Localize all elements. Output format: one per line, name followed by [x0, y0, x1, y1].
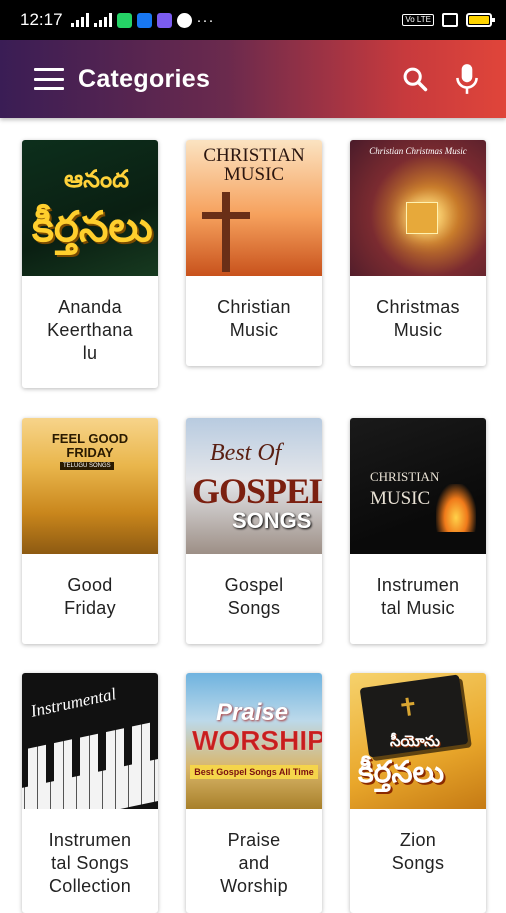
- battery-icon: [466, 13, 495, 27]
- category-card-ananda-keerthanalu[interactable]: ఆనంద కీర్తనలు Ananda Keerthana lu: [22, 140, 158, 388]
- category-thumbnail: Best Of GOSPEL SONGS: [186, 418, 322, 554]
- category-label: Christmas Music: [376, 297, 460, 340]
- page-title: Categories: [78, 64, 211, 93]
- category-thumbnail: CHRISTIAN MUSIC: [350, 418, 486, 554]
- thumbnail-text: GOSPEL: [192, 471, 322, 511]
- category-label: Ananda Keerthana lu: [47, 297, 133, 363]
- category-label: Instrumen tal Music: [376, 575, 460, 618]
- category-thumbnail: CHRISTIAN MUSIC: [186, 140, 322, 276]
- thumbnail-text: SONGS: [232, 508, 312, 533]
- vibrate-icon: [442, 13, 458, 27]
- category-card-christmas-music[interactable]: Christian Christmas Music Christmas Musi…: [350, 140, 486, 366]
- overflow-notifications: ···: [196, 11, 215, 29]
- category-card-good-friday[interactable]: FEEL GOOD FRIDAY TELUGU SONGS Good Friday: [22, 418, 158, 644]
- category-card-praise-and-worship[interactable]: Praise WORSHIP Best Gospel Songs All Tim…: [186, 673, 322, 913]
- thumbnail-title: FEEL GOOD FRIDAY: [51, 431, 129, 460]
- app-notification-icon: [176, 12, 192, 28]
- category-card-gospel-songs[interactable]: Best Of GOSPEL SONGS Gospel Songs: [186, 418, 322, 644]
- facebook-icon: [136, 12, 152, 28]
- thumbnail-text: కీర్తనలు: [358, 755, 445, 790]
- clock: 12:17: [20, 10, 63, 29]
- thumbnail-text: సీయోను: [390, 733, 440, 750]
- category-label: Instrumen tal Songs Collection: [48, 830, 132, 896]
- status-bar: 12:17 ··· Vo LTE: [0, 0, 506, 40]
- thumbnail-text: కీర్తనలు: [32, 202, 153, 251]
- app-bar-actions: [400, 62, 482, 96]
- thumbnail-tag: TELUGU SONGS: [60, 462, 114, 470]
- category-card-christian-music[interactable]: CHRISTIAN MUSIC Christian Music: [186, 140, 322, 366]
- category-card-instrumental-songs-collection[interactable]: Instrumental Instrumen tal Songs Collect…: [22, 673, 158, 913]
- whatsapp-icon: [116, 12, 132, 28]
- signal-icon: [70, 13, 89, 27]
- status-icons-right: Vo LTE: [402, 13, 495, 27]
- category-card-zion-songs[interactable]: సీయోను కీర్తనలు Zion Songs: [350, 673, 486, 913]
- category-thumbnail: FEEL GOOD FRIDAY TELUGU SONGS: [22, 418, 158, 554]
- cross-bar: [202, 212, 250, 219]
- thumbnail-text: Best Gospel Songs All Time: [190, 765, 318, 779]
- thumbnail-text: CHRISTIAN: [370, 469, 440, 484]
- category-thumbnail: Instrumental: [22, 673, 158, 809]
- gift-icon: [406, 202, 438, 234]
- search-icon[interactable]: [400, 62, 430, 96]
- menu-icon[interactable]: [34, 68, 64, 90]
- category-card-instrumental-music[interactable]: CHRISTIAN MUSIC Instrumen tal Music: [350, 418, 486, 644]
- category-thumbnail: సీయోను కీర్తనలు: [350, 673, 486, 809]
- messenger-icon: [156, 12, 172, 28]
- category-thumbnail: Praise WORSHIP Best Gospel Songs All Tim…: [186, 673, 322, 809]
- category-thumbnail: ఆనంద కీర్తనలు: [22, 140, 158, 276]
- thumbnail-text: WORSHIP: [192, 725, 322, 757]
- cross-icon: [222, 192, 230, 272]
- category-label: Zion Songs: [391, 830, 445, 873]
- fire-icon: [436, 484, 476, 532]
- thumbnail-text: ఆనంద: [64, 164, 130, 193]
- thumbnail-text: Praise: [216, 699, 289, 726]
- mic-icon[interactable]: [452, 62, 482, 96]
- category-label: Good Friday: [64, 575, 116, 618]
- category-thumbnail: Christian Christmas Music: [350, 140, 486, 276]
- volte-badge: Vo LTE: [402, 14, 434, 26]
- category-label: Gospel Songs: [224, 575, 284, 618]
- app-bar: Categories: [0, 40, 506, 118]
- thumbnail-text: Best Of: [210, 440, 282, 466]
- category-label: Praise and Worship: [220, 830, 288, 896]
- category-label: Christian Music: [217, 297, 291, 340]
- signal-4g-icon: [93, 13, 112, 27]
- thumbnail-text: MUSIC: [370, 488, 431, 509]
- status-icons-left: ···: [70, 11, 215, 29]
- thumbnail-text: Instrumental: [28, 684, 118, 721]
- thumbnail-title: Christian Christmas Music: [369, 146, 467, 156]
- thumbnail-title: CHRISTIAN MUSIC: [203, 145, 305, 185]
